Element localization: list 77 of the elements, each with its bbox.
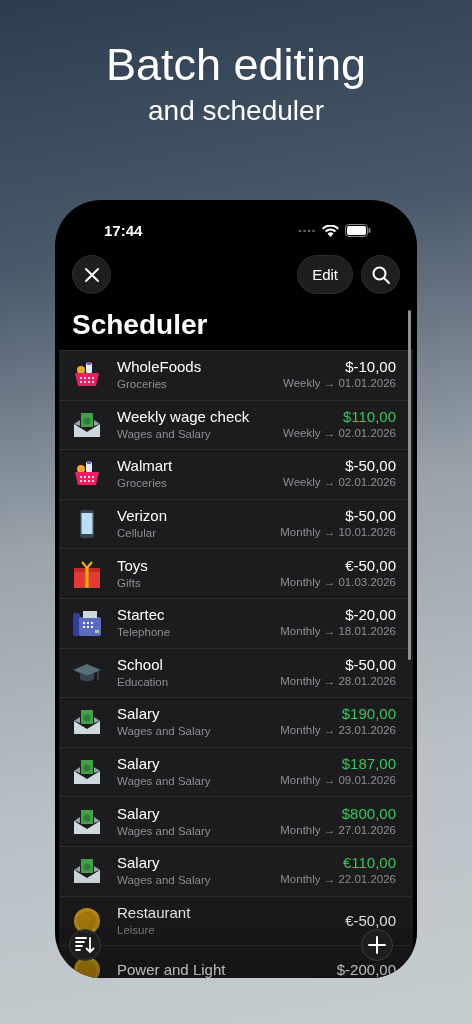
schedule-date: Weekly → 01.01.2026 [283, 376, 396, 392]
transaction-category: Gifts [117, 575, 142, 591]
edit-button[interactable]: Edit [297, 255, 353, 294]
transaction-amount: $-50,00 [345, 458, 396, 475]
transaction-name: Salary [117, 755, 161, 774]
search-button[interactable] [361, 255, 400, 294]
transaction-name: Salary [117, 705, 161, 724]
transaction-name: Salary [117, 854, 161, 873]
transaction-amount: $187,00 [341, 756, 396, 773]
transaction-name: Weekly wage check [117, 407, 251, 426]
transaction-category: Wages and Salary [117, 426, 212, 442]
transaction-row[interactable]: Restaurant Leisure €-50,00 [59, 895, 413, 946]
transaction-row[interactable]: Salary Wages and Salary €110,00 Monthly → 22.01.2026 [59, 845, 413, 896]
transaction-row[interactable]: WholeFoods Groceries $-10,00 Weekly → 01.01.2026 [59, 350, 413, 400]
transaction-amount: €110,00 [342, 855, 396, 872]
transaction-row[interactable]: Weekly wage check Wages and Salary $110,00 Weekly → 02.01.2026 [59, 399, 413, 450]
transaction-name: WholeFoods [117, 358, 203, 377]
transaction-name: Salary [117, 804, 161, 823]
schedule-date: Monthly → 22.01.2026 [280, 872, 396, 888]
transaction-amount: $110,00 [342, 408, 396, 425]
transaction-category: Telephone [117, 625, 172, 641]
transaction-category: Groceries [117, 377, 168, 393]
transaction-category: Education [117, 674, 170, 690]
transaction-category: Wages and Salary [117, 873, 212, 889]
schedule-date: Monthly → 27.01.2026 [280, 822, 396, 838]
schedule-date: Monthly → 01.03.2026 [280, 574, 396, 590]
clock: 17:44 [104, 222, 143, 239]
transaction-row[interactable]: Salary Wages and Salary $187,00 Monthly → 09.01.2026 [59, 746, 413, 797]
transaction-row[interactable]: Salary Wages and Salary $190,00 Monthly → 23.01.2026 [59, 697, 413, 747]
transaction-name: Restaurant [117, 903, 192, 922]
subheadline: and scheduler [148, 94, 324, 128]
schedule-date: Monthly → 28.01.2026 [280, 673, 396, 689]
sort-icon [74, 935, 96, 955]
search-icon [370, 264, 391, 285]
close-icon [83, 266, 100, 283]
transaction-name: Walmart [117, 457, 174, 476]
transaction-row[interactable]: School Education $-50,00 Monthly → 28.01.2026 [59, 647, 413, 698]
schedule-date: Monthly → 09.01.2026 [280, 773, 396, 789]
transaction-amount: $190,00 [341, 706, 396, 723]
transaction-row[interactable]: Salary Wages and Salary $800,00 Monthly → 27.01.2026 [59, 796, 413, 846]
transaction-amount: $-20,00 [345, 607, 396, 624]
transaction-name: Toys [117, 556, 149, 575]
transaction-name: Verizon [117, 507, 169, 526]
transaction-amount: €-50,00 [345, 912, 396, 929]
headline: Batch editing [105, 38, 367, 92]
transaction-name: School [117, 655, 164, 674]
transaction-category: Leisure [117, 922, 156, 938]
transaction-category: Wages and Salary [117, 774, 212, 790]
transaction-amount: $-200,00 [336, 962, 396, 978]
close-button[interactable] [72, 255, 111, 294]
transaction-amount: $-50,00 [345, 656, 396, 673]
schedule-date: Monthly → 18.01.2026 [280, 624, 396, 640]
signal-icon [298, 228, 316, 233]
transaction-category: Groceries [117, 476, 168, 492]
battery-icon [345, 224, 371, 237]
transaction-row[interactable]: Walmart Groceries $-50,00 Weekly → 02.01.2026 [59, 449, 413, 499]
transaction-row[interactable]: Power and Light $-200,00 [59, 945, 413, 978]
transaction-amount: $-50,00 [345, 508, 396, 525]
schedule-date: Weekly → 02.01.2026 [283, 425, 396, 441]
transaction-category: Wages and Salary [117, 823, 212, 839]
desk-phone-icon [72, 608, 102, 639]
schedule-date: Monthly → 10.01.2026 [280, 525, 396, 541]
transaction-name: Power and Light [117, 961, 227, 978]
page-title: Scheduler [72, 308, 209, 342]
plus-icon [367, 935, 387, 955]
schedule-date: Weekly → 02.01.2026 [283, 475, 396, 491]
transaction-category: Cellular [117, 526, 157, 542]
transaction-row[interactable]: Verizon Cellular $-50,00 Monthly → 10.01.2026 [59, 498, 413, 549]
transaction-name: Startec [117, 606, 166, 625]
schedule-date: Monthly → 23.01.2026 [280, 723, 396, 739]
transaction-category: Wages and Salary [117, 724, 212, 740]
transaction-amount: €-50,00 [345, 557, 396, 574]
transaction-row[interactable]: Toys Gifts €-50,00 Monthly → 01.03.2026 [59, 548, 413, 598]
transaction-amount: $800,00 [341, 805, 396, 822]
transaction-amount: $-10,00 [345, 359, 396, 376]
transaction-row[interactable]: Startec Telephone $-20,00 Monthly → 18.01.2026 [59, 597, 413, 648]
wifi-icon [322, 224, 339, 237]
